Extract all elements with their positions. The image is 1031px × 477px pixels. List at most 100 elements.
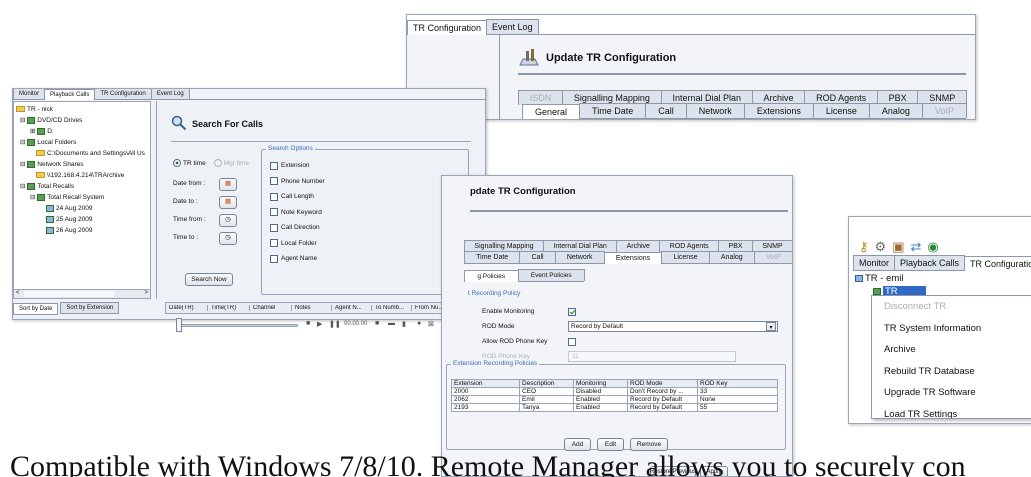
- mgr-time-radio[interactable]: [213, 159, 222, 167]
- menu-item-rebuild-tr-database[interactable]: Rebuild TR Database: [872, 361, 1031, 383]
- search-option-extension[interactable]: Extension: [270, 158, 325, 174]
- tab-event-log[interactable]: Event Log: [486, 19, 539, 34]
- table-row[interactable]: 2193 Tanya Enabled Record by Default 55: [451, 403, 778, 412]
- tree-item[interactable]: ⊟ DVD/CD Drives: [16, 115, 148, 126]
- tab-call[interactable]: Call: [645, 103, 687, 118]
- menu-item-disconnect-tr[interactable]: Disconnect TR: [872, 296, 1031, 318]
- sort-by-extension-tab[interactable]: Sort by Extension: [60, 302, 120, 314]
- tree-item[interactable]: ⊟ Network Shares: [16, 159, 148, 170]
- tab-time-date[interactable]: Time Date: [579, 103, 647, 118]
- tree-root[interactable]: TR - nick: [16, 104, 148, 115]
- tab-tr-configuration[interactable]: TR Configuration: [964, 256, 1031, 271]
- rod-phone-key-input[interactable]: 11: [568, 351, 736, 362]
- tab-tr-configuration[interactable]: TR Configuration: [94, 89, 152, 99]
- tab-analog[interactable]: Analog: [708, 251, 755, 263]
- globe-icon[interactable]: ◉: [927, 239, 938, 255]
- search-option-local-folder[interactable]: Local Folder: [270, 236, 325, 252]
- results-column-header[interactable]: Notes: [292, 305, 332, 311]
- results-column-header[interactable]: Date(TR): [166, 305, 208, 311]
- tree-item[interactable]: 26 Aug 2009: [16, 225, 148, 236]
- menu-item-upgrade-tr-software[interactable]: Upgrade TR Software: [872, 382, 1031, 404]
- menu-item-archive[interactable]: Archive: [872, 339, 1031, 361]
- remove-button[interactable]: Remove: [630, 438, 668, 451]
- search-option-checkbox[interactable]: [270, 223, 278, 232]
- tab-playback-calls[interactable]: Playback Calls: [44, 89, 96, 100]
- table-column-header[interactable]: Monitoring: [573, 379, 628, 388]
- tree-item[interactable]: ⊟ Local Folders: [16, 137, 148, 148]
- chevron-down-icon[interactable]: ▾: [766, 322, 776, 331]
- results-column-header[interactable]: Agent N...: [332, 305, 372, 311]
- playback-slider[interactable]: [178, 324, 298, 327]
- search-now-button[interactable]: Search Now: [185, 273, 233, 286]
- package-icon[interactable]: ▣: [892, 239, 904, 255]
- pause-icon[interactable]: ❚❚: [329, 320, 341, 328]
- tab-voip[interactable]: VoIP: [753, 251, 792, 263]
- menu-item-load-tr-settings[interactable]: Load TR Settings: [872, 404, 1031, 419]
- tab-playback-calls[interactable]: Playback Calls: [894, 255, 966, 270]
- menu-item-tr-system-information[interactable]: TR System Information: [872, 318, 1031, 340]
- key-icon[interactable]: ⚷: [859, 239, 869, 255]
- enable-monitoring-checkbox[interactable]: [568, 307, 576, 316]
- calendar-icon[interactable]: ▦: [219, 177, 237, 191]
- tree-scrollbar[interactable]: < >: [14, 289, 150, 298]
- stop-icon[interactable]: ■: [306, 320, 310, 327]
- trash-icon[interactable]: ▮: [402, 320, 406, 328]
- search-option-note-keyword[interactable]: Note Keyword: [270, 205, 325, 221]
- folder-icon[interactable]: ▬: [388, 320, 395, 327]
- search-option-agent-name[interactable]: Agent Name: [270, 251, 325, 267]
- transfer-icon[interactable]: ⇄: [910, 239, 921, 255]
- calendar-icon[interactable]: ▦: [219, 195, 237, 209]
- edit-button[interactable]: Edit: [597, 438, 624, 451]
- export-icon[interactable]: ⊠: [428, 320, 434, 328]
- tab-network[interactable]: Network: [685, 103, 745, 118]
- tab-voip[interactable]: VoIP: [921, 103, 967, 118]
- search-option-phone-number[interactable]: Phone Number: [270, 174, 325, 190]
- search-option-checkbox[interactable]: [270, 254, 278, 263]
- table-column-header[interactable]: ROD Mode: [627, 379, 698, 388]
- results-column-header[interactable]: Time(TR): [208, 305, 250, 311]
- search-option-checkbox[interactable]: [270, 208, 278, 217]
- volume-icon[interactable]: ■: [375, 320, 379, 327]
- tab-monitor[interactable]: Monitor: [853, 255, 896, 270]
- tab-network[interactable]: Network: [554, 251, 605, 263]
- tr-time-radio[interactable]: [173, 159, 181, 167]
- sort-by-date-tab[interactable]: Sort by Date: [13, 303, 59, 315]
- tab-extensions[interactable]: Extensions: [743, 103, 814, 118]
- tab-event-log[interactable]: Event Log: [150, 89, 190, 99]
- search-option-call-length[interactable]: Call Length: [270, 189, 325, 205]
- record-icon[interactable]: ●: [417, 320, 421, 327]
- tab-time-date[interactable]: Time Date: [464, 251, 521, 263]
- tree-item[interactable]: ⊞ D:: [16, 126, 148, 137]
- tab-extensions[interactable]: Extensions: [603, 252, 663, 264]
- tree-root[interactable]: TR - emil: [855, 273, 926, 284]
- table-column-header[interactable]: Description: [519, 379, 574, 388]
- search-option-checkbox[interactable]: [270, 161, 278, 170]
- tree-item[interactable]: ⊟ Total Recall System: [16, 192, 148, 203]
- search-option-call-direction[interactable]: Call Direction: [270, 220, 325, 236]
- tree-item[interactable]: C:\Documents and Settings\All Us: [16, 148, 148, 159]
- rod-mode-select[interactable]: Record by Default ▾: [568, 321, 778, 332]
- table-row[interactable]: 2062 Emil Enabled Record by Default None: [451, 395, 778, 404]
- clock-icon[interactable]: ◷: [219, 213, 237, 227]
- tab-analog[interactable]: Analog: [868, 103, 923, 118]
- table-row[interactable]: 2000 CEO Disabled Don't Record by ... 33: [451, 387, 778, 396]
- tab-monitor[interactable]: Monitor: [13, 89, 46, 99]
- play-icon[interactable]: ▶: [317, 320, 322, 328]
- tree-item[interactable]: 24 Aug 2009: [16, 203, 148, 214]
- table-column-header[interactable]: Extension: [451, 379, 520, 388]
- table-column-header[interactable]: ROD Key: [697, 379, 778, 388]
- tab-event-policies[interactable]: Event Policies: [517, 269, 585, 281]
- slider-thumb[interactable]: [176, 318, 182, 332]
- tab-license[interactable]: License: [812, 103, 870, 118]
- results-column-header[interactable]: Channel: [250, 305, 292, 311]
- tab-general[interactable]: General: [522, 104, 581, 119]
- tree-item[interactable]: 25 Aug 2009: [16, 214, 148, 225]
- tab-tr-configuration[interactable]: TR Configuration: [407, 20, 488, 35]
- allow-rod-checkbox[interactable]: [568, 337, 576, 346]
- tree-item[interactable]: ⊟ Total Recalls: [16, 181, 148, 192]
- results-column-header[interactable]: To Numb...: [372, 305, 412, 311]
- clock-icon[interactable]: ◷: [219, 231, 237, 245]
- add-button[interactable]: Add: [564, 438, 591, 451]
- tab-call[interactable]: Call: [519, 251, 556, 263]
- tab-license[interactable]: License: [661, 251, 710, 263]
